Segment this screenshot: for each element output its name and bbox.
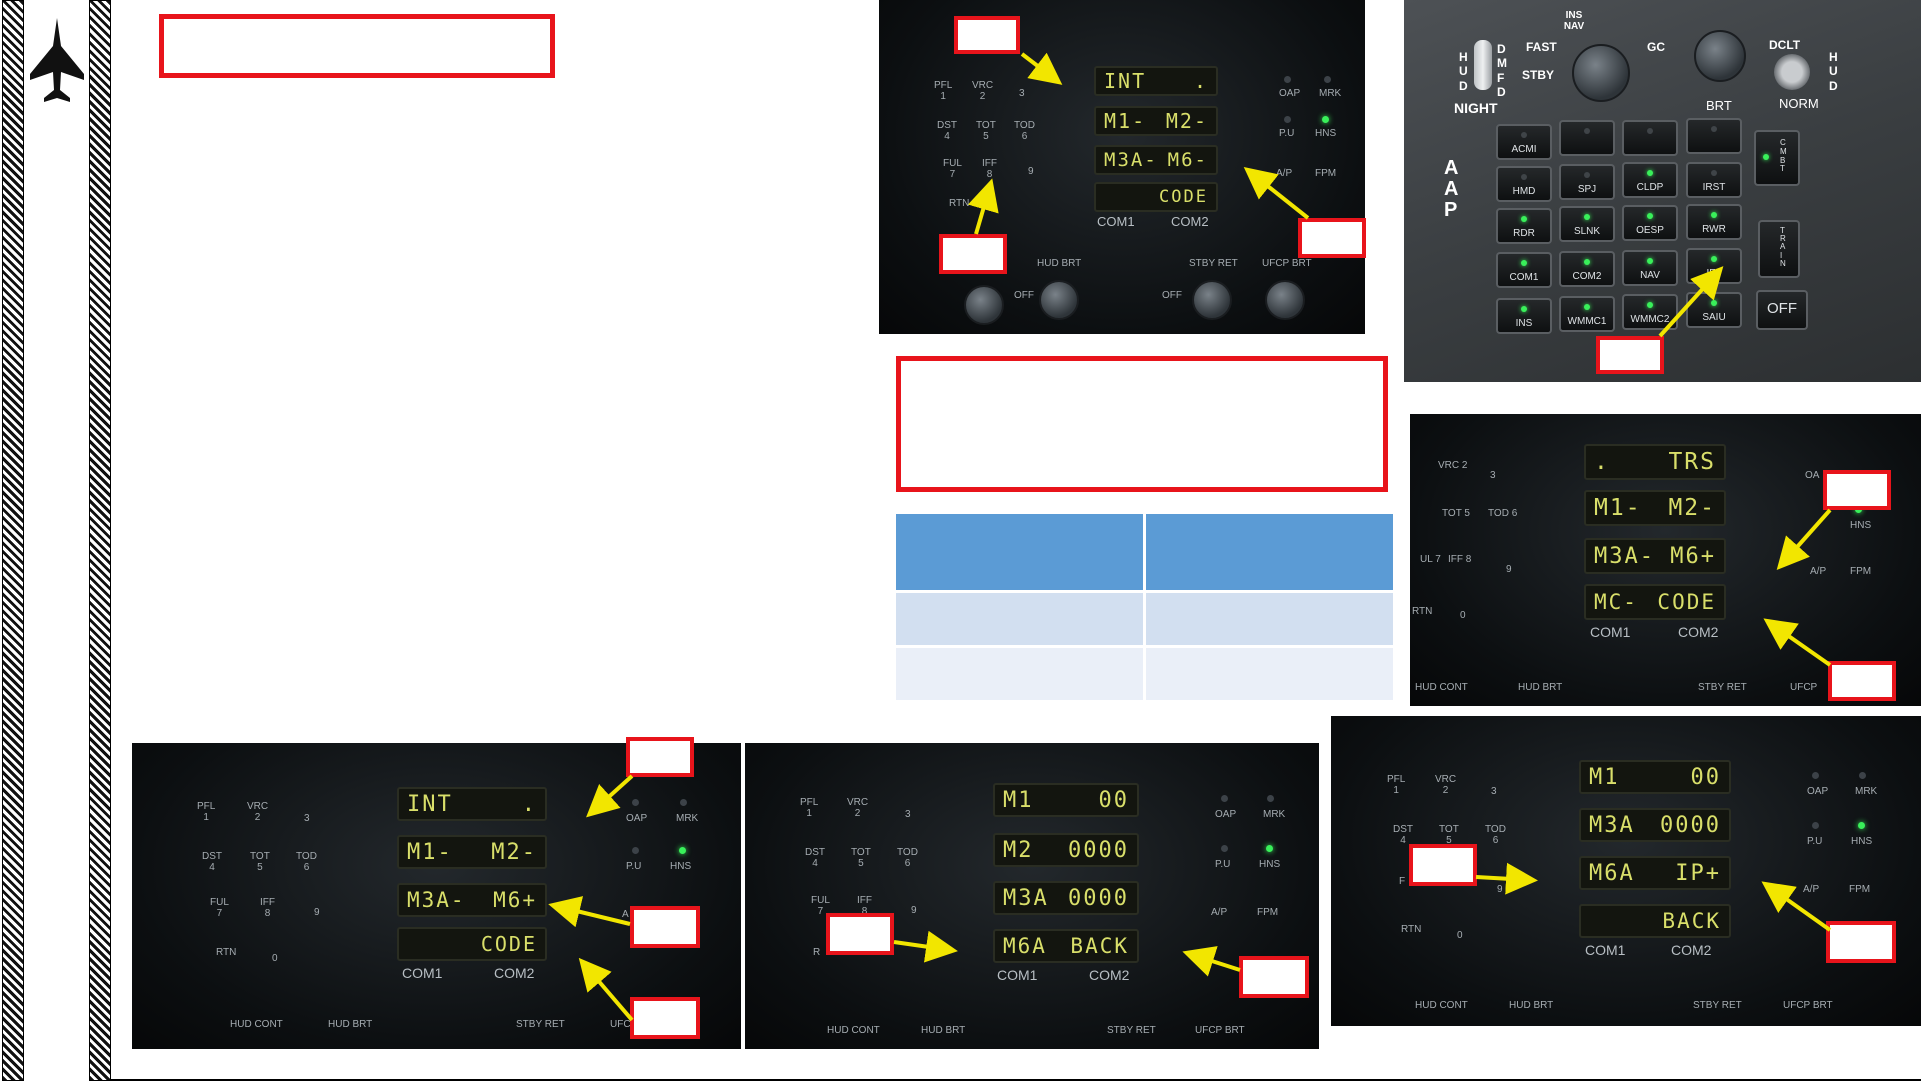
arrows-overlay: [548, 52, 1832, 1022]
